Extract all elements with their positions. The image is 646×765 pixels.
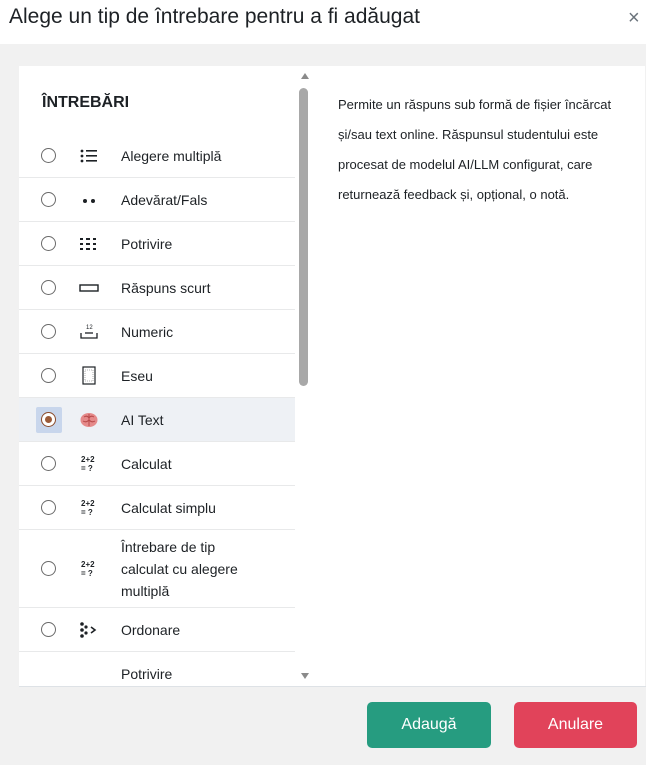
question-option-aitext[interactable]: AI Text (19, 398, 295, 442)
question-option-essay[interactable]: Eseu (19, 354, 295, 398)
question-option-calculatedmulti[interactable]: 2+2 = ? Întrebare de tip calculat cu aleg… (19, 530, 295, 608)
calc-icon: 2+2 = ? (79, 454, 99, 474)
radio-button[interactable] (41, 236, 56, 251)
text-box-icon (79, 278, 99, 298)
radio-button[interactable] (41, 500, 56, 515)
brain-icon (79, 410, 99, 430)
question-option-label: AI Text (121, 411, 164, 428)
dialog-header: Alege un tip de întrebare pentru a fi ad… (0, 0, 646, 44)
svg-text:2+2: 2+2 (81, 455, 95, 464)
question-option-label: Ordonare (121, 621, 181, 638)
radio-button[interactable] (41, 368, 56, 383)
radio-button-selected[interactable] (41, 412, 56, 427)
question-type-list: Alegere multiplă Adevărat/Fals Potrivire (19, 134, 295, 686)
question-option-multichoice[interactable]: Alegere multiplă (19, 134, 295, 178)
question-option-match-partial[interactable]: Potrivire (19, 652, 295, 686)
question-option-shortanswer[interactable]: Răspuns scurt (19, 266, 295, 310)
radio-button[interactable] (41, 192, 56, 207)
grid-list-icon (79, 234, 99, 254)
document-icon (79, 365, 99, 386)
calc-multi-icon: 2+2 = ? (79, 559, 99, 579)
radio-button[interactable] (41, 561, 56, 576)
add-button[interactable]: Adaugă (367, 702, 491, 748)
question-option-label: Adevărat/Fals (121, 191, 208, 208)
scroll-up-arrow-icon[interactable] (301, 73, 309, 79)
list-scrollbar[interactable] (296, 66, 314, 686)
question-type-description: Permite un răspuns sub formă de fișier î… (338, 97, 612, 202)
question-option-label: Numeric (121, 323, 174, 340)
question-option-label: Calculat simplu (121, 499, 216, 516)
question-option-label: Întrebare de tip calculat cu alegere mul… (121, 538, 238, 599)
question-option-numerical[interactable]: 12 Numeric (19, 310, 295, 354)
ordering-icon (79, 620, 99, 640)
scroll-down-arrow-icon[interactable] (301, 673, 309, 679)
question-option-label: Răspuns scurt (121, 279, 211, 296)
radio-button[interactable] (41, 280, 56, 295)
radio-button[interactable] (41, 324, 56, 339)
question-option-match[interactable]: Potrivire (19, 222, 295, 266)
svg-text:= ?: = ? (81, 508, 93, 517)
two-dots-icon (79, 190, 99, 210)
question-option-ordering[interactable]: Ordonare (19, 608, 295, 652)
question-option-label: Alegere multiplă (121, 147, 222, 164)
radio-button[interactable] (41, 148, 56, 163)
svg-text:= ?: = ? (81, 464, 93, 473)
radio-button[interactable] (41, 622, 56, 637)
question-option-label: Calculat (121, 455, 172, 472)
dialog-title: Alege un tip de întrebare pentru a fi ad… (9, 5, 420, 28)
footer-divider (19, 686, 646, 687)
cancel-button[interactable]: Anulare (514, 702, 637, 748)
numeric-icon: 12 (79, 322, 99, 342)
question-option-calculatedsimple[interactable]: 2+2 = ? Calculat simplu (19, 486, 295, 530)
svg-text:2+2: 2+2 (81, 560, 95, 569)
list-icon (79, 146, 99, 166)
close-icon[interactable]: × (628, 7, 640, 30)
svg-text:12: 12 (86, 325, 93, 331)
calc-simple-icon: 2+2 = ? (79, 498, 99, 518)
question-chooser-dialog: Alege un tip de întrebare pentru a fi ad… (0, 0, 646, 765)
question-option-label: Potrivire (121, 235, 173, 252)
svg-text:= ?: = ? (81, 569, 93, 578)
scroll-thumb[interactable] (299, 88, 308, 386)
question-option-label: Eseu (121, 367, 153, 384)
section-title: ÎNTREBĂRI (42, 94, 130, 111)
svg-text:2+2: 2+2 (81, 499, 95, 508)
question-option-truefalse[interactable]: Adevărat/Fals (19, 178, 295, 222)
question-option-label: Potrivire (121, 665, 173, 682)
question-option-calculated[interactable]: 2+2 = ? Calculat (19, 442, 295, 486)
radio-button[interactable] (41, 456, 56, 471)
question-type-list-panel: ÎNTREBĂRI Alegere multiplă Adevărat/Fals (19, 66, 295, 686)
